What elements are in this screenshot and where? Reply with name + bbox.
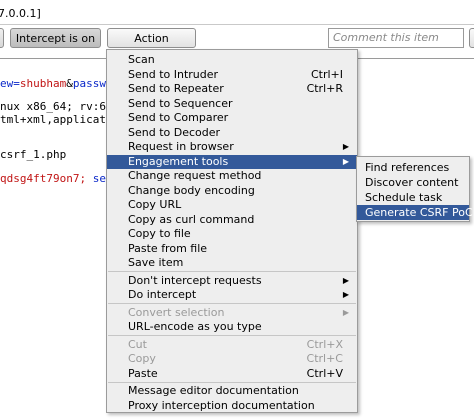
menu-item-label: Save item — [128, 256, 184, 269]
request-line[interactable]: qdsg4ft79on7; sec — [0, 172, 113, 186]
menu-item-label: Copy as curl command — [128, 212, 255, 226]
shortcut-text: Ctrl+I — [310, 67, 343, 81]
engagement-tools-submenu: Find references Discover content Schedule … — [356, 156, 473, 222]
intercept-toggle-button[interactable]: Intercept is on — [10, 28, 101, 48]
menu-item-scan[interactable]: Scan — [107, 53, 357, 67]
menu-item-label: Send to Repeater — [128, 82, 224, 95]
request-line[interactable]: ew=shubham&passwo — [0, 77, 113, 91]
menu-item-copy-url[interactable]: Copy URL — [107, 198, 357, 212]
menu-item-send-to-decoder[interactable]: Send to Decoder — [107, 126, 357, 140]
divider — [0, 24, 474, 25]
menu-item-label: Send to Intruder — [128, 67, 219, 81]
submenu-arrow-icon: ▶ — [342, 275, 349, 285]
submenu-arrow-icon: ▶ — [342, 307, 349, 317]
menu-item-copy: Copy Ctrl+C — [107, 352, 357, 366]
menu-item-copy-to-file[interactable]: Copy to file — [107, 227, 357, 241]
menu-item-paste-from-file[interactable]: Paste from file — [107, 242, 357, 256]
menu-separator — [108, 381, 356, 383]
menu-item-paste[interactable]: Paste Ctrl+V — [107, 367, 357, 381]
menu-item-url-encode-as-you-type[interactable]: URL-encode as you type — [107, 320, 357, 334]
menu-item-convert-selection: Convert selection ▶ — [107, 306, 357, 320]
param-value: shubham — [19, 77, 67, 90]
submenu-item-find-references[interactable]: Find references — [357, 160, 469, 175]
menu-item-change-body-encoding[interactable]: Change body encoding — [107, 184, 357, 198]
menu-item-engagement-tools[interactable]: Engagement tools ▶ — [107, 154, 357, 169]
menu-item-label: Copy URL — [128, 198, 182, 211]
menu-item-label: Convert selection — [128, 305, 225, 319]
menu-item-send-to-comparer[interactable]: Send to Comparer — [107, 111, 357, 125]
menu-item-save-item[interactable]: Save item — [107, 256, 357, 270]
context-menu: Scan Send to Intruder Ctrl+I Send to Repeat… — [106, 49, 358, 413]
menu-item-cut: Cut Ctrl+X — [107, 338, 357, 352]
menu-item-send-to-repeater[interactable]: Send to Repeater Ctrl+R — [107, 82, 357, 96]
menu-separator — [108, 271, 356, 272]
submenu-item-discover-content[interactable]: Discover content — [357, 175, 469, 190]
param-separator: & — [66, 77, 73, 90]
request-line[interactable]: nux x86_64; rv:68 — [0, 100, 113, 114]
cookie-value: qdsg4ft79on7; — [0, 172, 87, 185]
menu-item-change-request-method[interactable]: Change request method — [107, 169, 357, 183]
menu-item-label: Send to Comparer — [128, 111, 229, 124]
forward-button[interactable] — [0, 28, 4, 48]
menu-separator — [108, 303, 356, 304]
menu-item-label: Engagement tools — [128, 154, 229, 168]
shortcut-text: Ctrl+X — [306, 337, 343, 351]
menu-item-label: Don't intercept requests — [128, 273, 262, 287]
submenu-item-schedule-task[interactable]: Schedule task — [357, 190, 469, 205]
menu-item-label: URL-encode as you type — [128, 320, 262, 333]
shortcut-text: Ctrl+V — [306, 366, 343, 380]
menu-item-label: Change body encoding — [128, 183, 255, 197]
shortcut-text: Ctrl+R — [306, 82, 343, 95]
menu-item-label: Scan — [128, 53, 155, 66]
menu-item-label: Cut — [128, 337, 147, 351]
menu-item-label: Do intercept — [128, 288, 197, 301]
menu-item-do-intercept[interactable]: Do intercept ▶ — [107, 288, 357, 302]
menu-item-label: Request in browser — [128, 140, 234, 153]
menu-item-label: Paste — [128, 366, 158, 380]
menu-item-send-to-sequencer[interactable]: Send to Sequencer — [107, 97, 357, 111]
menu-item-label: Message editor documentation — [128, 384, 299, 397]
menu-item-label: Copy — [128, 352, 156, 365]
menu-item-label: Change request method — [128, 169, 262, 182]
request-line[interactable]: tml+xml,applicati — [0, 113, 113, 127]
menu-item-message-editor-documentation[interactable]: Message editor documentation — [107, 384, 357, 398]
toolbar-right-button[interactable] — [469, 28, 474, 48]
host-address: 7.0.0.1] — [0, 7, 41, 20]
menu-item-label: Copy to file — [128, 227, 191, 240]
action-button[interactable]: Action — [107, 28, 196, 48]
menu-item-label: Send to Decoder — [128, 125, 221, 139]
menu-item-don-t-intercept-requests[interactable]: Don't intercept requests ▶ — [107, 274, 357, 288]
menu-item-copy-as-curl-command[interactable]: Copy as curl command — [107, 213, 357, 227]
menu-item-label: Paste from file — [128, 241, 208, 255]
menu-item-label: Proxy interception documentation — [128, 398, 315, 412]
submenu-arrow-icon: ▶ — [342, 290, 349, 299]
menu-item-label: Send to Sequencer — [128, 96, 233, 110]
menu-item-request-in-browser[interactable]: Request in browser ▶ — [107, 140, 357, 154]
menu-separator — [108, 335, 356, 336]
shortcut-text: Ctrl+C — [306, 352, 343, 365]
comment-input[interactable]: Comment this item — [328, 28, 464, 48]
menu-item-proxy-interception-documentation[interactable]: Proxy interception documentation — [107, 399, 357, 413]
submenu-arrow-icon: ▶ — [342, 142, 349, 151]
submenu-item-generate-csrf-poc[interactable]: Generate CSRF PoC — [357, 205, 473, 220]
request-line[interactable]: csrf_1.php — [0, 148, 66, 162]
param-name: ew= — [0, 77, 20, 90]
menu-item-send-to-intruder[interactable]: Send to Intruder Ctrl+I — [107, 68, 357, 82]
submenu-arrow-icon: ▶ — [342, 156, 349, 166]
